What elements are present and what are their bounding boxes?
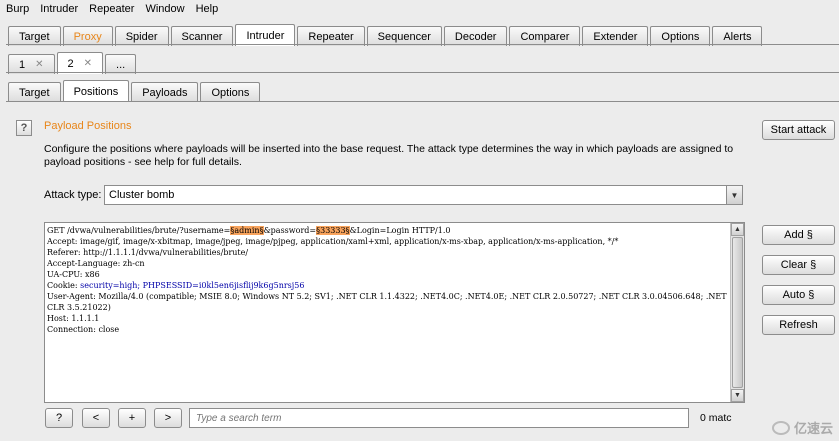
- editor-scrollbar[interactable]: ▲ ▼: [730, 223, 744, 402]
- help-icon[interactable]: ?: [16, 120, 32, 136]
- menu-repeater[interactable]: Repeater: [89, 3, 134, 15]
- add-marker-button[interactable]: Add §: [762, 225, 835, 245]
- attack-tab-label: 2: [67, 57, 74, 70]
- watermark-logo-icon: [771, 420, 790, 435]
- tab-spider[interactable]: Spider: [114, 26, 169, 46]
- menu-window[interactable]: Window: [145, 3, 184, 15]
- tab-comparer[interactable]: Comparer: [509, 26, 581, 46]
- section-title: Payload Positions: [44, 120, 132, 132]
- menu-bar: Burp Intruder Repeater Window Help: [0, 0, 839, 17]
- header-cookie-name: Cookie:: [47, 281, 81, 290]
- request-text[interactable]: GET /dvwa/vulnerabilities/brute/?usernam…: [47, 225, 729, 335]
- menu-help[interactable]: Help: [196, 3, 219, 15]
- attack-tab-label: 1: [19, 58, 26, 71]
- header-ua-cpu: UA-CPU: x86: [47, 270, 100, 279]
- subtab-payloads[interactable]: Payloads: [131, 82, 199, 102]
- request-editor[interactable]: GET /dvwa/vulnerabilities/brute/?usernam…: [44, 222, 745, 403]
- main-tab-bar: Target Proxy Spider Scanner Intruder Rep…: [8, 24, 764, 46]
- payload-marker-password: §33333§: [316, 226, 350, 235]
- tab-sequencer[interactable]: Sequencer: [366, 26, 442, 46]
- watermark: 亿速云: [771, 418, 833, 437]
- close-icon[interactable]: ✕: [84, 58, 92, 69]
- menu-intruder[interactable]: Intruder: [40, 3, 78, 15]
- close-icon[interactable]: ✕: [35, 59, 43, 70]
- attack-type-label: Attack type:: [44, 189, 102, 201]
- header-connection: Connection: close: [47, 325, 120, 334]
- attack-tab-divider: [6, 72, 839, 73]
- header-accept-language: Accept-Language: zh-cn: [47, 259, 145, 268]
- tab-alerts[interactable]: Alerts: [712, 26, 763, 46]
- request-line-part: &Login=Login HTTP/1.0: [349, 226, 451, 235]
- scroll-up-icon[interactable]: ▲: [731, 223, 744, 236]
- payload-marker-username: §admin§: [230, 226, 264, 235]
- tab-intruder[interactable]: Intruder: [235, 24, 296, 46]
- attack-tab-2[interactable]: 2 ✕: [56, 52, 104, 74]
- tab-decoder[interactable]: Decoder: [443, 26, 508, 46]
- tab-proxy[interactable]: Proxy: [62, 26, 113, 46]
- search-input[interactable]: [189, 408, 689, 428]
- menu-burp[interactable]: Burp: [6, 3, 29, 15]
- clear-markers-button[interactable]: Clear §: [762, 255, 835, 275]
- request-line: GET /dvwa/vulnerabilities/brute/?usernam…: [47, 226, 231, 235]
- request-line-part: &password=: [263, 226, 317, 235]
- match-count: 0 matc: [700, 412, 732, 424]
- watermark-text: 亿速云: [793, 421, 833, 436]
- header-user-agent: User-Agent: Mozilla/4.0 (compatible; MSI…: [47, 292, 730, 312]
- tab-target[interactable]: Target: [8, 26, 61, 46]
- auto-markers-button[interactable]: Auto §: [762, 285, 835, 305]
- start-attack-button[interactable]: Start attack: [762, 120, 835, 140]
- new-attack-tab[interactable]: ...: [105, 54, 137, 74]
- scroll-down-icon[interactable]: ▼: [731, 389, 744, 402]
- attack-type-select[interactable]: Cluster bomb ▼: [104, 185, 743, 205]
- subtab-positions[interactable]: Positions: [62, 80, 130, 102]
- tab-scanner[interactable]: Scanner: [170, 26, 234, 46]
- search-prev-button[interactable]: <: [82, 408, 110, 428]
- scroll-thumb[interactable]: [732, 237, 743, 388]
- attack-type-value: Cluster bomb: [109, 189, 175, 201]
- header-accept: Accept: image/gif, image/x-xbitmap, imag…: [47, 237, 619, 246]
- tab-repeater[interactable]: Repeater: [297, 26, 365, 46]
- search-options-button[interactable]: +: [118, 408, 146, 428]
- subtab-options[interactable]: Options: [200, 82, 261, 102]
- main-tab-divider: [6, 44, 839, 45]
- sub-tab-bar: Target Positions Payloads Options: [8, 80, 262, 102]
- search-next-button[interactable]: >: [154, 408, 182, 428]
- subtab-target[interactable]: Target: [8, 82, 61, 102]
- attack-tab-bar: 1 ✕ 2 ✕ ...: [8, 52, 138, 74]
- chevron-down-icon[interactable]: ▼: [726, 186, 742, 204]
- refresh-button[interactable]: Refresh: [762, 315, 835, 335]
- search-help-button[interactable]: ?: [45, 408, 73, 428]
- header-host: Host: 1.1.1.1: [47, 314, 100, 323]
- section-description: Configure the positions where payloads w…: [44, 143, 734, 168]
- header-cookie-value: security=high; PHPSESSID=i0kl5en6jisflij…: [80, 281, 305, 290]
- attack-tab-1[interactable]: 1 ✕: [8, 54, 55, 74]
- sub-tab-divider: [6, 101, 839, 102]
- header-referer: Referer: http://1.1.1.1/dvwa/vulnerabili…: [47, 248, 249, 257]
- tab-extender[interactable]: Extender: [582, 26, 649, 46]
- tab-options[interactable]: Options: [650, 26, 711, 46]
